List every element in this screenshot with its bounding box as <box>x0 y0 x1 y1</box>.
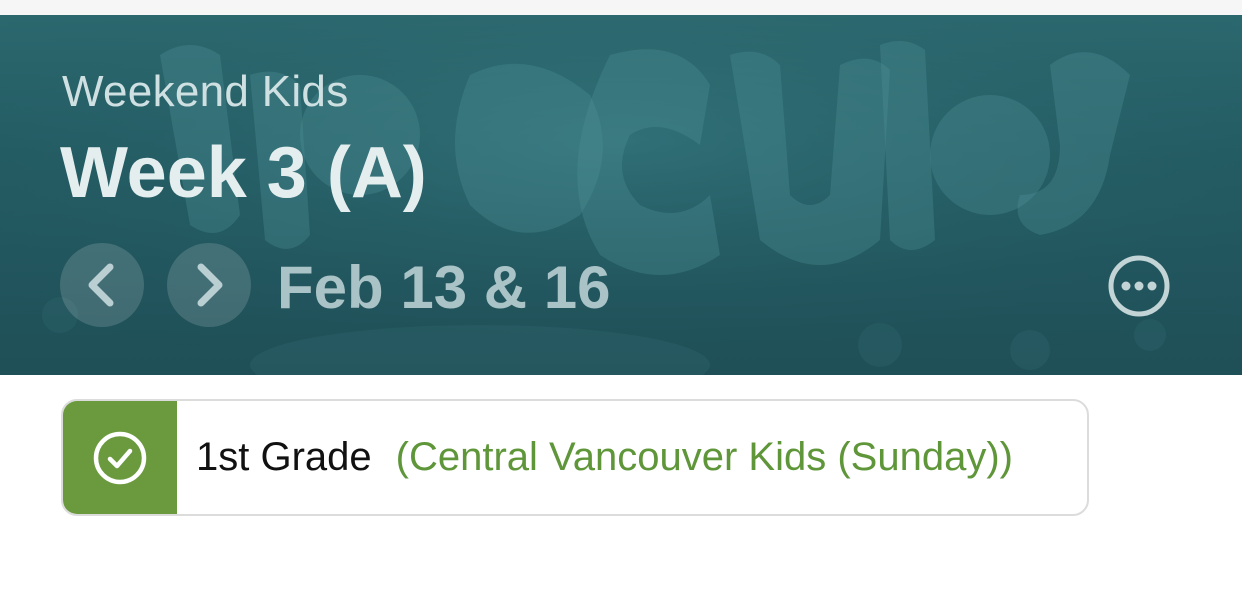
ellipsis-circle-icon <box>1108 255 1170 317</box>
class-assignment-card[interactable]: 1st Grade (Central Vancouver Kids (Sunda… <box>61 399 1089 516</box>
previous-week-button[interactable] <box>60 243 144 327</box>
grade-label: 1st Grade <box>196 435 372 479</box>
completion-status <box>63 401 177 514</box>
date-range: Feb 13 & 16 <box>277 254 611 321</box>
chevron-left-icon <box>88 263 114 307</box>
series-subtitle: Weekend Kids <box>62 67 349 116</box>
top-status-strip <box>0 0 1242 15</box>
group-label: (Central Vancouver Kids (Sunday)) <box>395 435 1013 479</box>
check-circle-icon <box>93 431 147 484</box>
page-title: Week 3 (A) <box>60 133 427 213</box>
lesson-header: Weekend Kids Week 3 (A) Feb 13 & 16 <box>0 15 1242 375</box>
next-week-button[interactable] <box>167 243 251 327</box>
card-text: 1st Grade (Central Vancouver Kids (Sunda… <box>177 401 1013 514</box>
more-options-button[interactable] <box>1106 253 1172 319</box>
chevron-right-icon <box>197 263 223 307</box>
